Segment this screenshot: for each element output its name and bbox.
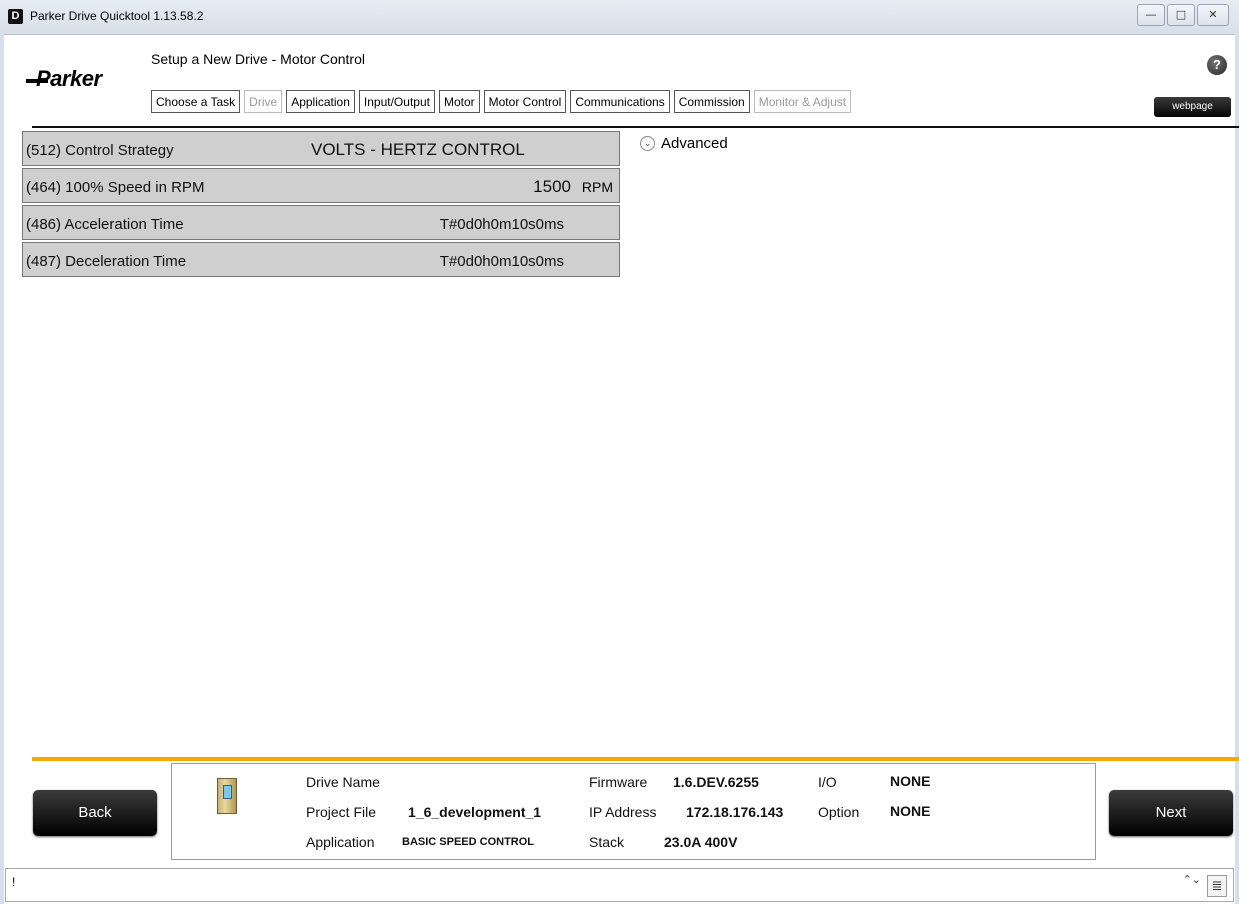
speed-input[interactable]: 1500	[533, 177, 571, 197]
io-value: NONE	[890, 773, 931, 789]
status-text: !	[12, 875, 16, 889]
window-frame-left	[0, 34, 4, 904]
parker-logo: Parker	[36, 66, 102, 91]
param-row-control-strategy[interactable]: (512) Control Strategy VOLTS - HERTZ CON…	[22, 131, 620, 166]
tab-application[interactable]: Application	[286, 90, 355, 113]
stack-value: 23.0A 400V	[664, 834, 738, 850]
spinner-icon[interactable]: ⌃⌄	[1183, 875, 1201, 886]
speed-unit: RPM	[581, 179, 613, 195]
advanced-label: Advanced	[661, 135, 728, 152]
option-label: Option	[818, 804, 860, 820]
window-titlebar: D Parker Drive Quicktool 1.13.58.2 — □ ✕	[0, 0, 1239, 35]
project-file-value: 1_6_development_1	[408, 804, 542, 820]
tab-motor-control[interactable]: Motor Control	[483, 90, 567, 113]
help-icon[interactable]: ?	[1207, 55, 1227, 75]
parameter-list: (512) Control Strategy VOLTS - HERTZ CON…	[22, 131, 620, 279]
back-button[interactable]: Back	[33, 790, 157, 836]
window-frame-right	[1235, 34, 1239, 904]
ip-address-value: 172.18.176.143	[686, 804, 784, 820]
page-title: Setup a New Drive - Motor Control	[151, 51, 365, 67]
tab-motor[interactable]: Motor	[438, 90, 480, 113]
tab-commission[interactable]: Commission	[673, 90, 750, 113]
footer-divider	[32, 757, 1239, 761]
param-label: (487) Deceleration Time	[26, 253, 187, 270]
status-bar: ! ⌃⌄ ≣	[5, 868, 1234, 902]
minimize-icon[interactable]: —	[1137, 4, 1165, 26]
acceleration-time-input[interactable]: T#0d0h0m10s0ms	[440, 216, 564, 233]
tab-drive[interactable]: Drive	[244, 90, 283, 113]
control-strategy-select[interactable]: VOLTS - HERTZ CONTROL	[311, 140, 525, 160]
advanced-toggle[interactable]: ⌄ Advanced	[640, 135, 728, 152]
param-row-speed[interactable]: (464) 100% Speed in RPM 1500 RPM	[22, 168, 620, 203]
option-value: NONE	[890, 803, 931, 819]
drive-device-icon	[217, 778, 237, 814]
task-tabs: Choose a Task Drive Application Input/Ou…	[151, 90, 852, 113]
param-row-acceleration[interactable]: (486) Acceleration Time T#0d0h0m10s0ms	[22, 205, 620, 240]
close-icon[interactable]: ✕	[1197, 4, 1229, 26]
maximize-icon[interactable]: □	[1167, 4, 1195, 26]
param-label: (512) Control Strategy	[26, 142, 174, 159]
webpage-button[interactable]: webpage	[1154, 97, 1231, 117]
app-icon: D	[8, 9, 23, 24]
param-label: (464) 100% Speed in RPM	[26, 179, 205, 196]
io-label: I/O	[818, 774, 837, 790]
tab-input-output[interactable]: Input/Output	[358, 90, 435, 113]
project-file-label: Project File	[306, 804, 377, 820]
ip-address-label: IP Address	[589, 804, 657, 820]
deceleration-time-input[interactable]: T#0d0h0m10s0ms	[440, 253, 564, 270]
application-label: Application	[306, 834, 375, 850]
window-title: Parker Drive Quicktool 1.13.58.2	[30, 9, 204, 23]
firmware-value: 1.6.DEV.6255	[673, 774, 759, 790]
chevron-down-icon: ⌄	[640, 136, 655, 151]
application-value: BASIC SPEED CONTROL	[402, 836, 535, 848]
window-controls: — □ ✕	[1137, 4, 1229, 26]
param-row-deceleration[interactable]: (487) Deceleration Time T#0d0h0m10s0ms	[22, 242, 620, 277]
tab-communications[interactable]: Communications	[570, 90, 670, 113]
next-button[interactable]: Next	[1109, 790, 1233, 836]
drive-name-label: Drive Name	[306, 774, 380, 790]
param-label: (486) Acceleration Time	[26, 216, 184, 233]
header-divider	[32, 126, 1239, 128]
firmware-label: Firmware	[589, 774, 648, 790]
tab-choose-a-task[interactable]: Choose a Task	[151, 90, 241, 113]
tab-monitor-adjust[interactable]: Monitor & Adjust	[753, 90, 852, 113]
list-icon[interactable]: ≣	[1207, 875, 1227, 897]
stack-label: Stack	[589, 834, 625, 850]
